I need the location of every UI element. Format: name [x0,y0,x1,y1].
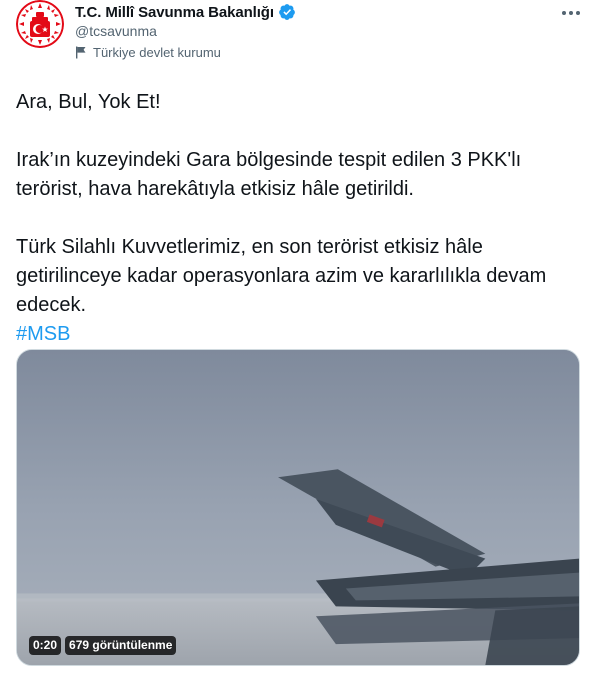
user-handle[interactable]: @tcsavunma [75,23,157,39]
video-thumbnail [17,350,579,665]
verified-badge-icon [279,4,295,20]
more-options-button[interactable] [556,2,586,24]
tweet-text-line: Ara, Bul, Yok Et! [16,91,161,113]
account-label-text: Türkiye devlet kurumu [93,45,221,60]
video-duration: 0:20 [29,636,62,655]
tweet-text-line: Irak’ın kuzeyindeki Gara bölgesinde tesp… [16,149,522,200]
video-badges: 0:20 679 görüntülenme [29,636,177,655]
video-player[interactable]: 0:20 679 görüntülenme [16,349,580,666]
user-name: T.C. Millî Savunma Bakanlığı [75,3,274,21]
more-options-icon [562,11,580,15]
flag-icon [76,46,86,59]
view-count: 679 görüntülenme [65,636,177,655]
user-name-row[interactable]: T.C. Millî Savunma Bakanlığı [75,2,296,22]
tweet-text-line: Türk Silahlı Kuvvetlerimiz, en son terör… [16,236,547,316]
account-label: Türkiye devlet kurumu [75,45,221,60]
hashtag-link[interactable]: #MSB [16,323,70,345]
tweet-text: Ara, Bul, Yok Et! Irak’ın kuzeyindeki Ga… [16,88,576,349]
ministry-emblem-icon [16,0,64,48]
avatar[interactable] [16,0,64,48]
tweet: T.C. Millî Savunma Bakanlığı @tcsavunma … [0,0,597,674]
